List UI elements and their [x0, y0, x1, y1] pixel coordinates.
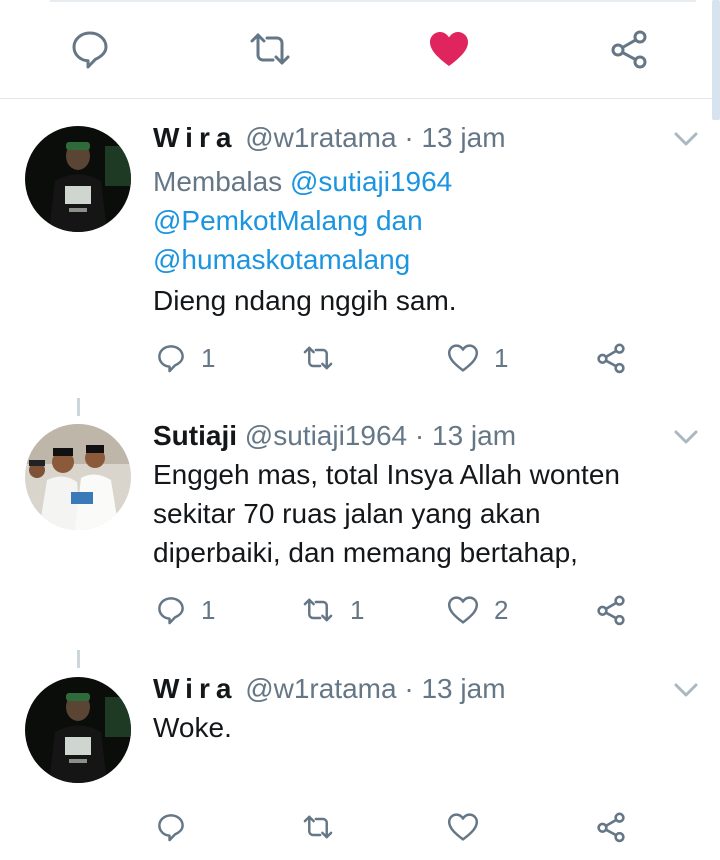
- user-name[interactable]: Wira: [153, 122, 237, 153]
- retweet-icon[interactable]: [248, 27, 292, 71]
- tweet-actions: 1 1 2: [0, 590, 720, 630]
- reply-icon: [158, 597, 184, 625]
- retweet-icon: [303, 815, 333, 839]
- tweet-actions: 1 1: [0, 338, 720, 378]
- reply-prefix: Membalas: [153, 166, 283, 197]
- share-icon: [597, 812, 625, 843]
- caret-down-icon[interactable]: [673, 130, 699, 148]
- share-button[interactable]: [594, 338, 628, 378]
- parent-tweet-action-bar: [0, 0, 720, 99]
- divider: [50, 0, 696, 2]
- like-icon: [447, 596, 479, 624]
- tweet-header: Sutiaji @sutiaji1964 · 13 jam: [153, 420, 516, 452]
- reply-icon: [158, 814, 184, 842]
- user-name[interactable]: Sutiaji: [153, 420, 237, 451]
- like-count: 1: [494, 342, 509, 373]
- tweet-text: Woke.: [153, 708, 232, 747]
- tweet-text: Dieng ndang nggih sam.: [153, 281, 457, 320]
- tweet-text-line: Dieng ndang nggih sam.: [153, 285, 457, 316]
- mention-link[interactable]: @sutiaji1964: [290, 166, 452, 197]
- thread-connector: [77, 650, 80, 668]
- reply-button[interactable]: [155, 807, 201, 847]
- timestamp[interactable]: 13 jam: [432, 420, 516, 451]
- reply-context: Membalas @sutiaji1964 @PemkotMalang dan …: [153, 162, 452, 279]
- timestamp[interactable]: 13 jam: [421, 673, 505, 704]
- tweet-header: Wira @w1ratama · 13 jam: [153, 122, 506, 154]
- thread-connector: [77, 398, 80, 416]
- reply-button[interactable]: 1: [155, 590, 215, 630]
- tweet-actions: [0, 807, 720, 847]
- retweet-button[interactable]: 1: [300, 590, 364, 630]
- caret-down-icon[interactable]: [673, 681, 699, 699]
- tweet-text-line: Enggeh mas, total Insya Allah wonten: [153, 459, 620, 490]
- scrollbar[interactable]: [712, 0, 720, 120]
- reply-button[interactable]: 1: [155, 338, 215, 378]
- reply-icon: [158, 345, 184, 373]
- avatar[interactable]: [25, 126, 131, 232]
- share-button[interactable]: [594, 807, 628, 847]
- mention-conjunction[interactable]: dan: [376, 205, 423, 236]
- separator: ·: [404, 673, 414, 704]
- timestamp[interactable]: 13 jam: [421, 122, 505, 153]
- retweet-button[interactable]: [300, 807, 350, 847]
- tweet-text: Enggeh mas, total Insya Allah wonten sek…: [153, 455, 620, 572]
- share-icon: [597, 595, 625, 626]
- tweet-text-line: Woke.: [153, 712, 232, 743]
- like-button[interactable]: [446, 807, 494, 847]
- retweet-icon: [303, 598, 333, 622]
- retweet-button[interactable]: [300, 338, 350, 378]
- user-name[interactable]: Wira: [153, 673, 237, 704]
- mention-link[interactable]: @PemkotMalang: [153, 205, 368, 236]
- avatar[interactable]: [25, 677, 131, 783]
- separator: ·: [404, 122, 414, 153]
- retweet-count: 1: [350, 594, 365, 625]
- reply-count: 1: [201, 594, 216, 625]
- user-handle[interactable]: @w1ratama: [245, 122, 396, 153]
- separator: ·: [414, 420, 425, 451]
- share-button[interactable]: [594, 590, 628, 630]
- like-icon: [447, 344, 479, 372]
- avatar[interactable]: [25, 424, 131, 530]
- reply-icon[interactable]: [68, 27, 112, 71]
- tweet-text-line: diperbaiki, dan memang bertahap,: [153, 537, 578, 568]
- retweet-icon: [303, 346, 333, 370]
- caret-down-icon[interactable]: [673, 428, 699, 446]
- like-count: 2: [494, 594, 509, 625]
- like-icon[interactable]: [427, 27, 471, 71]
- user-handle[interactable]: @sutiaji1964: [245, 420, 407, 451]
- tweet-text-line: sekitar 70 ruas jalan yang akan: [153, 498, 541, 529]
- tweet-header: Wira @w1ratama · 13 jam: [153, 673, 506, 705]
- mention-link[interactable]: @humaskotamalang: [153, 244, 410, 275]
- user-handle[interactable]: @w1ratama: [245, 673, 396, 704]
- share-icon[interactable]: [607, 27, 651, 71]
- like-button[interactable]: 1: [446, 338, 508, 378]
- like-button[interactable]: 2: [446, 590, 508, 630]
- reply-count: 1: [201, 342, 216, 373]
- share-icon: [597, 343, 625, 374]
- like-icon: [447, 813, 479, 841]
